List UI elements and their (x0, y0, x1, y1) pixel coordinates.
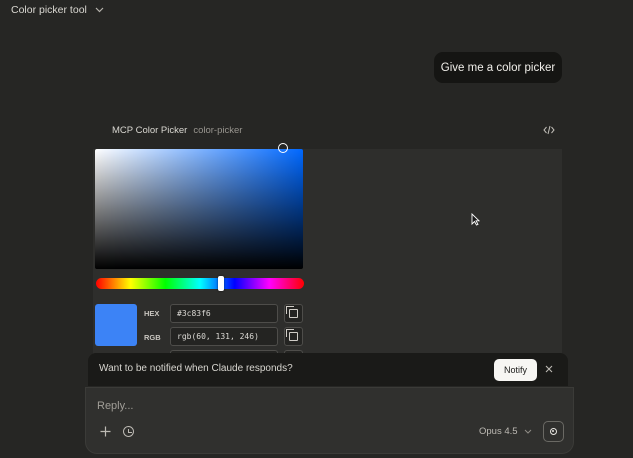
copy-icon (286, 329, 298, 341)
notify-button[interactable]: Notify (494, 359, 537, 381)
color-swatch (95, 304, 137, 346)
model-label: Opus 4.5 (479, 426, 518, 437)
artifact-name: MCP Color Picker (112, 125, 188, 136)
chevron-down-icon[interactable] (95, 5, 105, 15)
chevron-down-icon (524, 426, 532, 437)
model-selector[interactable]: Opus 4.5 (479, 426, 532, 437)
user-message-text: Give me a color picker (440, 61, 556, 74)
hex-field[interactable]: #3c83f6 (170, 304, 278, 323)
artifact-id: color-picker (193, 125, 243, 136)
close-icon[interactable] (542, 362, 556, 376)
rgb-label: RGB (144, 333, 161, 342)
plus-icon[interactable] (99, 425, 112, 438)
copy-rgb-button[interactable] (284, 327, 303, 346)
hex-label: HEX (144, 309, 160, 318)
hue-slider-handle[interactable] (217, 276, 224, 291)
conversation-title-bar[interactable]: Color picker tool (0, 0, 105, 20)
history-icon[interactable] (123, 426, 134, 437)
hue-slider[interactable] (96, 278, 304, 289)
code-icon[interactable] (543, 125, 557, 137)
voice-mode-button[interactable] (543, 421, 564, 442)
saturation-value-handle[interactable] (278, 143, 288, 153)
user-message-bubble: Give me a color picker (434, 52, 562, 83)
rgb-field[interactable]: rgb(60, 131, 246) (170, 327, 278, 346)
copy-hex-button[interactable] (284, 304, 303, 323)
rgb-value: rgb(60, 131, 246) (177, 332, 259, 341)
mouse-cursor-icon (471, 212, 481, 231)
composer (85, 387, 574, 454)
conversation-title[interactable]: Color picker tool (11, 4, 87, 16)
record-icon (550, 428, 557, 435)
copy-icon (286, 306, 298, 318)
reply-input[interactable] (97, 400, 397, 412)
saturation-value-area[interactable] (95, 149, 303, 269)
artifact-header: MCP Color Picker color-picker (112, 125, 242, 136)
hex-value: #3c83f6 (177, 309, 211, 318)
notification-text: Want to be notified when Claude responds… (99, 363, 293, 374)
